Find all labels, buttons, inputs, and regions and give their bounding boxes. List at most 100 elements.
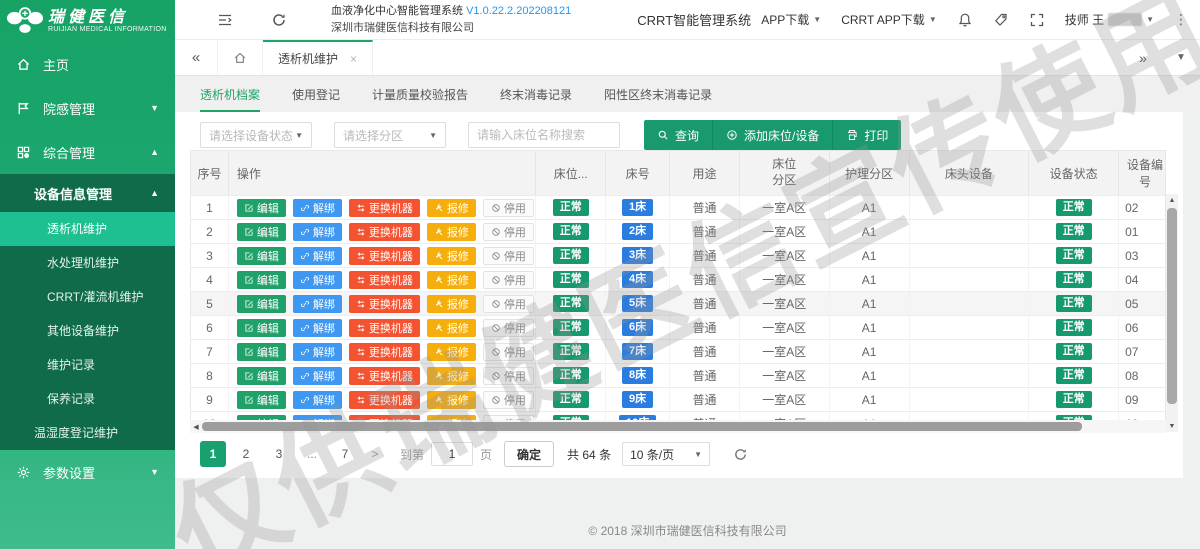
disable-button[interactable]: 停用 xyxy=(482,366,534,385)
page-button-1[interactable]: 1 xyxy=(200,441,226,467)
goto-page-input[interactable] xyxy=(431,442,474,466)
scroll-up-arrow[interactable]: ▲ xyxy=(1166,194,1178,206)
sidebar-item-maintenance-records[interactable]: 维护记录 xyxy=(0,348,175,382)
subtab-terminal-disinfection[interactable]: 终末消毒记录 xyxy=(500,89,572,112)
edit-button[interactable]: 编辑 xyxy=(236,294,286,313)
disable-button[interactable]: 停用 xyxy=(482,318,534,337)
table-row[interactable]: 2 编辑 解绑 更换机器 报修 停用 正常 2床 普通 一室A区 A1 正常 0… xyxy=(191,219,1165,243)
fullscreen-icon[interactable] xyxy=(1029,12,1045,28)
subtab-positive-zone-disinfection[interactable]: 阳性区终末消毒记录 xyxy=(604,89,712,112)
refresh-icon[interactable] xyxy=(271,12,287,28)
report-repair-button[interactable]: 报修 xyxy=(426,222,476,241)
subtab-quality-calibration-report[interactable]: 计量质量校验报告 xyxy=(372,89,468,112)
replace-machine-button[interactable]: 更换机器 xyxy=(348,270,420,289)
tabs-scroll-right[interactable]: » xyxy=(1124,40,1162,75)
more-options-icon[interactable]: ⋮ xyxy=(1174,11,1188,28)
disable-button[interactable]: 停用 xyxy=(482,270,534,289)
unbind-button[interactable]: 解绑 xyxy=(292,366,342,385)
replace-machine-button[interactable]: 更换机器 xyxy=(348,294,420,313)
sidebar-item-crrt-machine[interactable]: CRRT/灌流机维护 xyxy=(0,280,175,314)
tag-icon[interactable] xyxy=(993,12,1009,28)
table-row[interactable]: 9 编辑 解绑 更换机器 报修 停用 正常 9床 普通 一室A区 A1 正常 0… xyxy=(191,387,1165,411)
page-button-3[interactable]: 3 xyxy=(266,441,292,467)
sidebar-item-parameter-settings[interactable]: 参数设置 ▼ xyxy=(0,450,175,494)
disable-button[interactable]: 停用 xyxy=(482,342,534,361)
replace-machine-button[interactable]: 更换机器 xyxy=(348,246,420,265)
disable-button[interactable]: 停用 xyxy=(482,222,534,241)
print-button[interactable]: 打印 xyxy=(833,120,902,150)
table-row[interactable]: 5 编辑 解绑 更换机器 报修 停用 正常 5床 普通 一室A区 A1 正常 0… xyxy=(191,291,1165,315)
edit-button[interactable]: 编辑 xyxy=(236,366,286,385)
tab-home[interactable] xyxy=(217,40,263,75)
sidebar-item-humidity-register[interactable]: 温湿度登记维护 xyxy=(0,416,175,450)
vertical-scroll-thumb[interactable] xyxy=(1167,208,1177,404)
page-size-select[interactable]: 10 条/页 ▼ xyxy=(622,442,711,466)
zone-select[interactable]: 请选择分区 ▼ xyxy=(334,122,446,148)
sidebar-item-general-mgmt[interactable]: 综合管理 ▲ xyxy=(0,130,175,174)
horizontal-scroll-thumb[interactable] xyxy=(202,422,1082,431)
close-icon[interactable]: × xyxy=(350,52,357,66)
sidebar-item-infection-mgmt[interactable]: 院感管理 ▼ xyxy=(0,86,175,130)
sidebar-item-dialysis-machine[interactable]: 透析机维护 xyxy=(0,212,175,246)
app-download-menu[interactable]: APP下载 ▼ xyxy=(761,11,821,28)
disable-button[interactable]: 停用 xyxy=(482,294,534,313)
crrt-app-download-menu[interactable]: CRRT APP下载 ▼ xyxy=(841,11,937,28)
table-row[interactable]: 8 编辑 解绑 更换机器 报修 停用 正常 8床 普通 一室A区 A1 正常 0… xyxy=(191,363,1165,387)
replace-machine-button[interactable]: 更换机器 xyxy=(348,222,420,241)
report-repair-button[interactable]: 报修 xyxy=(426,294,476,313)
table-row[interactable]: 1 编辑 解绑 更换机器 报修 停用 正常 1床 普通 一室A区 A1 正常 0… xyxy=(191,195,1165,219)
replace-machine-button[interactable]: 更换机器 xyxy=(348,390,420,409)
unbind-button[interactable]: 解绑 xyxy=(292,294,342,313)
horizontal-scrollbar[interactable]: ◀ xyxy=(190,420,1166,433)
sidebar-item-upkeep-records[interactable]: 保养记录 xyxy=(0,382,175,416)
vertical-scrollbar[interactable]: ▲ ▼ xyxy=(1166,194,1178,432)
sidebar-item-device-info-mgmt[interactable]: 设备信息管理 ▲ xyxy=(0,174,175,212)
subtab-dialysis-archive[interactable]: 透析机档案 xyxy=(200,89,261,112)
replace-machine-button[interactable]: 更换机器 xyxy=(348,198,420,217)
replace-machine-button[interactable]: 更换机器 xyxy=(348,342,420,361)
report-repair-button[interactable]: 报修 xyxy=(426,246,476,265)
sidebar-item-water-treatment[interactable]: 水处理机维护 xyxy=(0,246,175,280)
sidebar-item-home[interactable]: 主页 xyxy=(0,42,175,86)
unbind-button[interactable]: 解绑 xyxy=(292,246,342,265)
subtab-usage-register[interactable]: 使用登记 xyxy=(292,89,340,112)
disable-button[interactable]: 停用 xyxy=(482,390,534,409)
disable-button[interactable]: 停用 xyxy=(482,198,534,217)
tabs-menu-chevron[interactable]: ▼ xyxy=(1162,40,1200,75)
replace-machine-button[interactable]: 更换机器 xyxy=(348,318,420,337)
unbind-button[interactable]: 解绑 xyxy=(292,222,342,241)
replace-machine-button[interactable]: 更换机器 xyxy=(348,366,420,385)
edit-button[interactable]: 编辑 xyxy=(236,390,286,409)
user-menu[interactable]: 技师 王 ▼ xyxy=(1065,11,1154,28)
unbind-button[interactable]: 解绑 xyxy=(292,390,342,409)
edit-button[interactable]: 编辑 xyxy=(236,342,286,361)
edit-button[interactable]: 编辑 xyxy=(236,198,286,217)
report-repair-button[interactable]: 报修 xyxy=(426,270,476,289)
unbind-button[interactable]: 解绑 xyxy=(292,318,342,337)
report-repair-button[interactable]: 报修 xyxy=(426,366,476,385)
add-bed-device-button[interactable]: 添加床位/设备 xyxy=(713,120,834,150)
query-button[interactable]: 查询 xyxy=(644,120,714,150)
confirm-button[interactable]: 确定 xyxy=(504,441,555,467)
report-repair-button[interactable]: 报修 xyxy=(426,390,476,409)
refresh-icon[interactable] xyxy=(733,447,748,462)
edit-button[interactable]: 编辑 xyxy=(236,222,286,241)
report-repair-button[interactable]: 报修 xyxy=(426,198,476,217)
next-page-button[interactable]: > xyxy=(365,447,385,461)
bell-icon[interactable] xyxy=(957,12,973,28)
table-row[interactable]: 4 编辑 解绑 更换机器 报修 停用 正常 4床 普通 一室A区 A1 正常 0… xyxy=(191,267,1165,291)
report-repair-button[interactable]: 报修 xyxy=(426,342,476,361)
sidebar-item-other-devices[interactable]: 其他设备维护 xyxy=(0,314,175,348)
table-row[interactable]: 3 编辑 解绑 更换机器 报修 停用 正常 3床 普通 一室A区 A1 正常 0… xyxy=(191,243,1165,267)
table-row[interactable]: 7 编辑 解绑 更换机器 报修 停用 正常 7床 普通 一室A区 A1 正常 0… xyxy=(191,339,1165,363)
tab-dialysis-maintenance[interactable]: 透析机维护 × xyxy=(263,40,374,75)
page-button-2[interactable]: 2 xyxy=(233,441,259,467)
menu-fold-icon[interactable] xyxy=(217,12,233,28)
bed-search-input[interactable] xyxy=(468,122,620,148)
edit-button[interactable]: 编辑 xyxy=(236,270,286,289)
unbind-button[interactable]: 解绑 xyxy=(292,270,342,289)
device-status-select[interactable]: 请选择设备状态 ▼ xyxy=(200,122,312,148)
unbind-button[interactable]: 解绑 xyxy=(292,198,342,217)
edit-button[interactable]: 编辑 xyxy=(236,318,286,337)
page-button-7[interactable]: 7 xyxy=(332,441,358,467)
